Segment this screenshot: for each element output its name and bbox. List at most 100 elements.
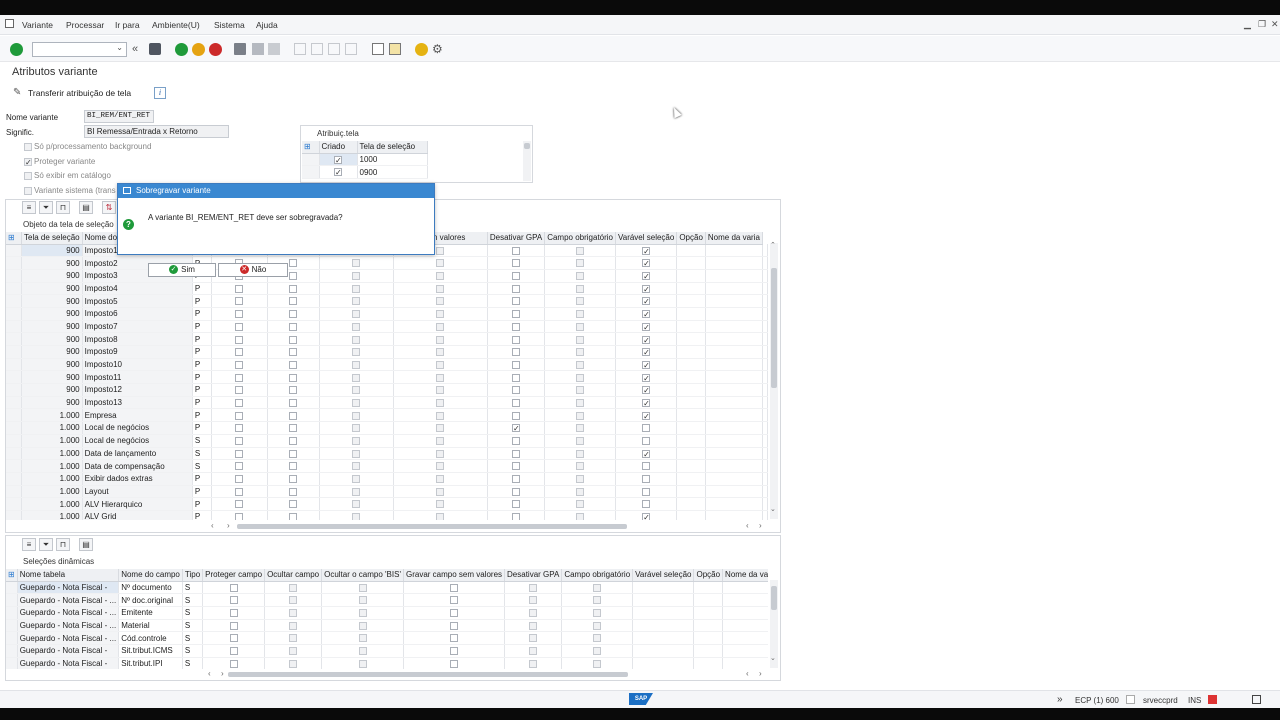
checkbox[interactable] bbox=[576, 398, 585, 407]
checkbox[interactable] bbox=[593, 634, 602, 643]
checkbox[interactable] bbox=[576, 272, 585, 281]
checkbox[interactable] bbox=[450, 634, 458, 643]
checkbox[interactable] bbox=[289, 513, 298, 520]
checkbox[interactable] bbox=[352, 513, 361, 520]
menu-ambiente[interactable]: Ambiente(U) bbox=[152, 20, 200, 30]
checkbox[interactable] bbox=[289, 437, 298, 446]
row-marker[interactable] bbox=[6, 593, 18, 607]
checkbox[interactable] bbox=[235, 500, 244, 509]
criado-checkbox[interactable] bbox=[334, 168, 342, 177]
checkbox[interactable] bbox=[642, 487, 651, 496]
row-marker[interactable] bbox=[6, 434, 23, 448]
signific-field[interactable]: BI Remessa/Entrada x Retorno bbox=[84, 125, 229, 138]
checkbox[interactable] bbox=[289, 284, 298, 293]
checkbox[interactable] bbox=[576, 360, 585, 369]
transfer-screen-assignment-button[interactable]: Transferir atribuição de tela bbox=[28, 88, 131, 98]
find-next-icon[interactable] bbox=[268, 43, 280, 55]
checkbox[interactable] bbox=[512, 462, 521, 471]
scroll-thumb[interactable] bbox=[228, 672, 628, 677]
checkbox[interactable] bbox=[436, 500, 445, 509]
row-marker[interactable] bbox=[6, 631, 18, 645]
checkbox[interactable] bbox=[235, 462, 244, 471]
checkbox[interactable] bbox=[352, 462, 361, 471]
option-protect-variant[interactable]: Proteger variante bbox=[24, 157, 95, 166]
checkbox[interactable] bbox=[352, 360, 361, 369]
checkbox[interactable] bbox=[436, 487, 445, 496]
checkbox[interactable] bbox=[576, 297, 585, 306]
checkbox[interactable] bbox=[450, 659, 458, 668]
checkbox[interactable] bbox=[642, 310, 651, 319]
checkbox[interactable] bbox=[529, 621, 538, 630]
checkbox[interactable] bbox=[576, 462, 585, 471]
checkbox[interactable] bbox=[436, 246, 445, 255]
checkbox[interactable] bbox=[593, 647, 602, 656]
checkbox[interactable] bbox=[642, 500, 651, 509]
checkbox[interactable] bbox=[436, 437, 445, 446]
filter-icon[interactable]: ⏷ bbox=[39, 538, 53, 551]
criado-checkbox[interactable] bbox=[334, 155, 342, 164]
checkbox[interactable] bbox=[289, 360, 298, 369]
checkbox[interactable] bbox=[436, 386, 445, 395]
checkbox[interactable] bbox=[576, 411, 585, 420]
checkbox[interactable] bbox=[352, 424, 361, 433]
back-double-icon[interactable]: « bbox=[132, 43, 144, 55]
info-icon[interactable]: i bbox=[154, 87, 166, 99]
checkbox[interactable] bbox=[229, 583, 238, 592]
row-marker[interactable] bbox=[6, 472, 23, 486]
checkbox[interactable] bbox=[576, 437, 585, 446]
checkbox[interactable] bbox=[235, 310, 244, 319]
checkbox[interactable] bbox=[576, 348, 585, 357]
shortcut-icon[interactable] bbox=[389, 43, 401, 55]
checkbox[interactable] bbox=[352, 310, 361, 319]
checkbox[interactable] bbox=[436, 424, 445, 433]
checkbox[interactable] bbox=[289, 259, 298, 268]
checkbox[interactable] bbox=[24, 186, 32, 195]
checkbox[interactable] bbox=[352, 373, 361, 382]
checkbox[interactable] bbox=[289, 647, 298, 656]
row-marker[interactable] bbox=[6, 447, 23, 461]
checkbox[interactable] bbox=[450, 621, 458, 630]
checkbox[interactable] bbox=[352, 297, 361, 306]
row-marker[interactable] bbox=[6, 459, 23, 473]
checkbox[interactable] bbox=[576, 487, 585, 496]
checkbox[interactable] bbox=[289, 475, 298, 484]
checkbox[interactable] bbox=[642, 259, 651, 268]
checkbox[interactable] bbox=[436, 310, 445, 319]
details-icon[interactable]: ≡ bbox=[22, 201, 36, 214]
checkbox[interactable] bbox=[512, 348, 521, 357]
scroll-thumb[interactable] bbox=[771, 268, 777, 388]
close-window-icon[interactable]: ✕ bbox=[1271, 19, 1279, 30]
checkbox[interactable] bbox=[512, 487, 521, 496]
checkbox[interactable] bbox=[576, 310, 585, 319]
no-button[interactable]: ✕ Não bbox=[218, 263, 288, 277]
row-marker[interactable] bbox=[6, 510, 23, 520]
row-marker[interactable] bbox=[6, 657, 18, 669]
checkbox[interactable] bbox=[450, 596, 458, 605]
checkbox[interactable] bbox=[289, 449, 298, 458]
yes-button[interactable]: ✓ Sim bbox=[148, 263, 216, 277]
checkbox[interactable] bbox=[235, 360, 244, 369]
checkbox[interactable] bbox=[576, 322, 585, 331]
row-marker[interactable] bbox=[6, 396, 23, 410]
scroll-left-icon[interactable]: ‹ bbox=[211, 521, 214, 530]
scroll-right-icon[interactable]: › bbox=[221, 669, 224, 678]
checkbox[interactable] bbox=[593, 621, 602, 630]
checkbox[interactable] bbox=[289, 272, 298, 281]
scroll-left-icon[interactable]: ‹ bbox=[746, 669, 749, 678]
checkbox[interactable] bbox=[289, 335, 298, 344]
checkbox[interactable] bbox=[235, 437, 244, 446]
checkbox[interactable] bbox=[512, 322, 521, 331]
row-marker[interactable] bbox=[6, 332, 23, 346]
horizontal-scrollbar[interactable]: ‹ › ‹ › bbox=[206, 521, 766, 530]
checkbox[interactable] bbox=[358, 596, 367, 605]
scroll-thumb[interactable] bbox=[237, 524, 627, 529]
checkbox[interactable] bbox=[289, 596, 298, 605]
checkbox[interactable] bbox=[235, 348, 244, 357]
checkbox[interactable] bbox=[512, 259, 521, 268]
scroll-right-icon[interactable]: › bbox=[759, 669, 762, 678]
row-marker[interactable] bbox=[6, 383, 23, 397]
row-marker[interactable] bbox=[6, 497, 23, 511]
checkbox[interactable] bbox=[358, 659, 367, 668]
checkbox[interactable] bbox=[642, 272, 651, 281]
row-marker[interactable] bbox=[6, 345, 23, 359]
